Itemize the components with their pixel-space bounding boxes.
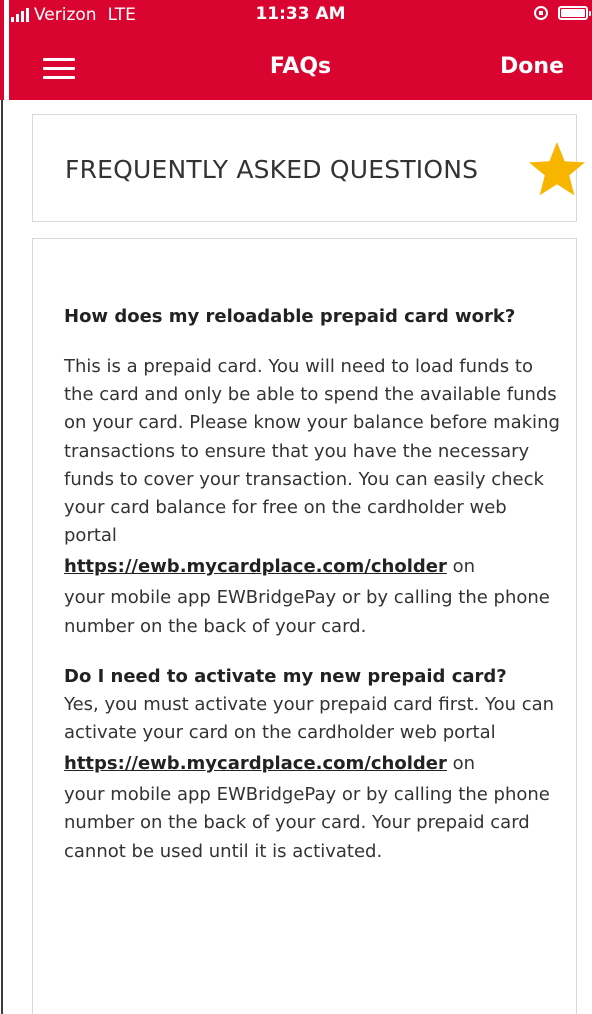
app-header: Verizon LTE 11:33 AM FAQs Done	[9, 0, 592, 100]
faq-answer-text-after-link: on	[446, 753, 476, 775]
faq-answer-text: This is a prepaid card. You will need to…	[64, 356, 560, 547]
faq-answer-link-line: https://ewb.mycardplace.com/cholder on	[64, 556, 475, 577]
faq-content: How does my reloadable prepaid card work…	[64, 303, 564, 866]
screenshot-frame: Verizon LTE 11:33 AM FAQs Done FREQUENTL…	[0, 0, 592, 1014]
faq-list-card: How does my reloadable prepaid card work…	[32, 238, 577, 1014]
faq-answer-link-line: https://ewb.mycardplace.com/cholder on	[64, 753, 475, 774]
left-edge-red-cap	[0, 0, 4, 100]
faq-item-activate-card: Do I need to activate my new prepaid car…	[64, 663, 564, 866]
star-icon[interactable]	[527, 140, 587, 198]
faq-answer-text-after-link: on	[446, 556, 476, 578]
faq-answer-text: Yes, you must activate your prepaid card…	[64, 693, 555, 744]
faq-item-reloadable-card: How does my reloadable prepaid card work…	[64, 303, 564, 641]
status-time: 11:33 AM	[255, 4, 346, 24]
left-edge-divider	[0, 0, 4, 1014]
done-button[interactable]: Done	[500, 54, 564, 79]
cardholder-portal-link[interactable]: https://ewb.mycardplace.com/cholder	[64, 556, 447, 577]
star-shape	[529, 142, 585, 196]
faq-answer-text-end: your mobile app EWBridgePay or by callin…	[64, 784, 550, 862]
faq-question: Do I need to activate my new prepaid car…	[64, 665, 507, 687]
status-right	[534, 6, 591, 20]
left-edge-line	[1, 100, 3, 1014]
faq-answer: This is a prepaid card. You will need to…	[64, 353, 564, 641]
battery-icon	[558, 6, 591, 20]
faq-heading: FREQUENTLY ASKED QUESTIONS	[65, 155, 479, 184]
phone-screen: Verizon LTE 11:33 AM FAQs Done FREQUENTL…	[9, 0, 592, 1014]
cardholder-portal-link[interactable]: https://ewb.mycardplace.com/cholder	[64, 753, 447, 774]
faq-question: How does my reloadable prepaid card work…	[64, 306, 516, 327]
navigation-bar: FAQs Done	[9, 42, 592, 94]
status-bar: Verizon LTE 11:33 AM	[9, 0, 592, 30]
rotation-lock-icon	[534, 6, 548, 20]
faq-answer-text-end: your mobile app EWBridgePay or by callin…	[64, 587, 550, 637]
faq-title-card: FREQUENTLY ASKED QUESTIONS	[32, 114, 577, 222]
faq-answer: Yes, you must activate your prepaid card…	[64, 691, 564, 866]
